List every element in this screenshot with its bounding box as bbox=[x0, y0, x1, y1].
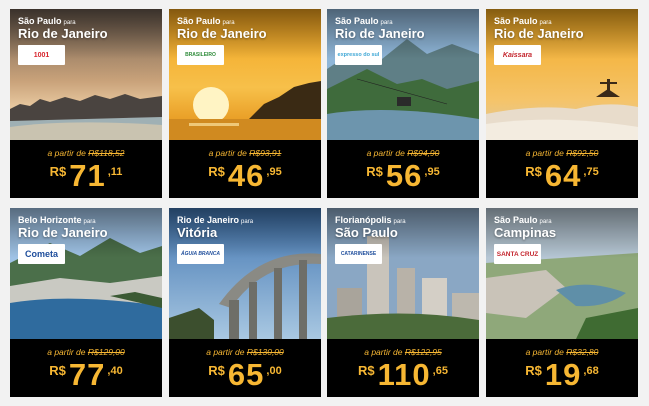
company-logo: expresso do sul bbox=[335, 45, 382, 65]
price-from-label: a partir de R$129,00 bbox=[47, 347, 125, 357]
route-offers-grid: São Paulo para Rio de Janeiro 1001 a part… bbox=[10, 9, 640, 399]
old-price: R$118,52 bbox=[88, 148, 125, 158]
origin-city: Florianópolis para bbox=[335, 215, 406, 225]
offer-card[interactable]: São Paulo para Campinas SANTA CRUZ a part… bbox=[486, 208, 638, 397]
origin-city: Belo Horizonte para bbox=[18, 215, 96, 225]
current-price: R$19,68 bbox=[525, 357, 599, 392]
offer-card[interactable]: Rio de Janeiro para Vitória ÁGUIA BRANCA … bbox=[169, 208, 321, 397]
offer-card[interactable]: São Paulo para Rio de Janeiro BRASILEIRO … bbox=[169, 9, 321, 198]
current-price: R$64,75 bbox=[525, 158, 599, 193]
price-box: a partir de R$93,91 R$46,95 bbox=[169, 140, 321, 198]
destination-city: Vitória bbox=[177, 225, 218, 240]
company-logo: 1001 bbox=[18, 45, 65, 65]
price-from-label: a partir de R$32,80 bbox=[525, 347, 599, 357]
destination-city: Rio de Janeiro bbox=[177, 26, 267, 41]
current-price: R$77,40 bbox=[49, 357, 123, 392]
price-box: a partir de R$94,90 R$56,95 bbox=[327, 140, 479, 198]
origin-city: São Paulo para bbox=[494, 16, 552, 26]
origin-city: São Paulo para bbox=[177, 16, 235, 26]
offer-card[interactable]: Florianópolis para São Paulo CATARINENSE … bbox=[327, 208, 479, 397]
destination-city: Rio de Janeiro bbox=[494, 26, 584, 41]
company-logo: Kaissara bbox=[494, 45, 541, 65]
price-from-label: a partir de R$92,50 bbox=[525, 148, 599, 158]
current-price: R$71,11 bbox=[49, 158, 123, 193]
price-from-label: a partir de R$93,91 bbox=[208, 148, 282, 158]
current-price: R$46,95 bbox=[208, 158, 282, 193]
origin-city: São Paulo para bbox=[335, 16, 393, 26]
price-box: a partir de R$122,95 R$110,65 bbox=[327, 339, 479, 397]
offer-card[interactable]: São Paulo para Rio de Janeiro Kaissara a … bbox=[486, 9, 638, 198]
company-logo: CATARINENSE bbox=[335, 244, 382, 264]
old-price: R$130,00 bbox=[246, 347, 284, 357]
destination-city: Rio de Janeiro bbox=[335, 26, 425, 41]
offer-card[interactable]: Belo Horizonte para Rio de Janeiro Cometa… bbox=[10, 208, 162, 397]
company-logo: BRASILEIRO bbox=[177, 45, 224, 65]
price-box: a partir de R$92,50 R$64,75 bbox=[486, 140, 638, 198]
price-box: a partir de R$32,80 R$19,68 bbox=[486, 339, 638, 397]
price-box: a partir de R$130,00 R$65,00 bbox=[169, 339, 321, 397]
destination-city: Campinas bbox=[494, 225, 557, 240]
offer-card[interactable]: São Paulo para Rio de Janeiro 1001 a part… bbox=[10, 9, 162, 198]
origin-city: São Paulo para bbox=[18, 16, 76, 26]
price-box: a partir de R$118,52 R$71,11 bbox=[10, 140, 162, 198]
old-price: R$92,50 bbox=[566, 148, 599, 158]
price-from-label: a partir de R$118,52 bbox=[47, 148, 125, 158]
old-price: R$32,80 bbox=[566, 347, 599, 357]
offer-card[interactable]: São Paulo para Rio de Janeiro expresso do… bbox=[327, 9, 479, 198]
current-price: R$56,95 bbox=[366, 158, 440, 193]
origin-city: Rio de Janeiro para bbox=[177, 215, 254, 225]
origin-city: São Paulo para bbox=[494, 215, 552, 225]
company-logo: Cometa bbox=[18, 244, 65, 264]
company-logo: SANTA CRUZ bbox=[494, 244, 541, 264]
destination-city: Rio de Janeiro bbox=[18, 225, 108, 240]
old-price: R$122,95 bbox=[404, 347, 442, 357]
price-from-label: a partir de R$130,00 bbox=[206, 347, 284, 357]
old-price: R$94,90 bbox=[407, 148, 440, 158]
current-price: R$110,65 bbox=[358, 357, 448, 392]
price-box: a partir de R$129,00 R$77,40 bbox=[10, 339, 162, 397]
destination-city: São Paulo bbox=[335, 225, 398, 240]
price-from-label: a partir de R$94,90 bbox=[366, 148, 440, 158]
destination-city: Rio de Janeiro bbox=[18, 26, 108, 41]
price-from-label: a partir de R$122,95 bbox=[364, 347, 442, 357]
current-price: R$65,00 bbox=[208, 357, 282, 392]
company-logo: ÁGUIA BRANCA bbox=[177, 244, 224, 264]
old-price: R$129,00 bbox=[87, 347, 125, 357]
old-price: R$93,91 bbox=[249, 148, 282, 158]
